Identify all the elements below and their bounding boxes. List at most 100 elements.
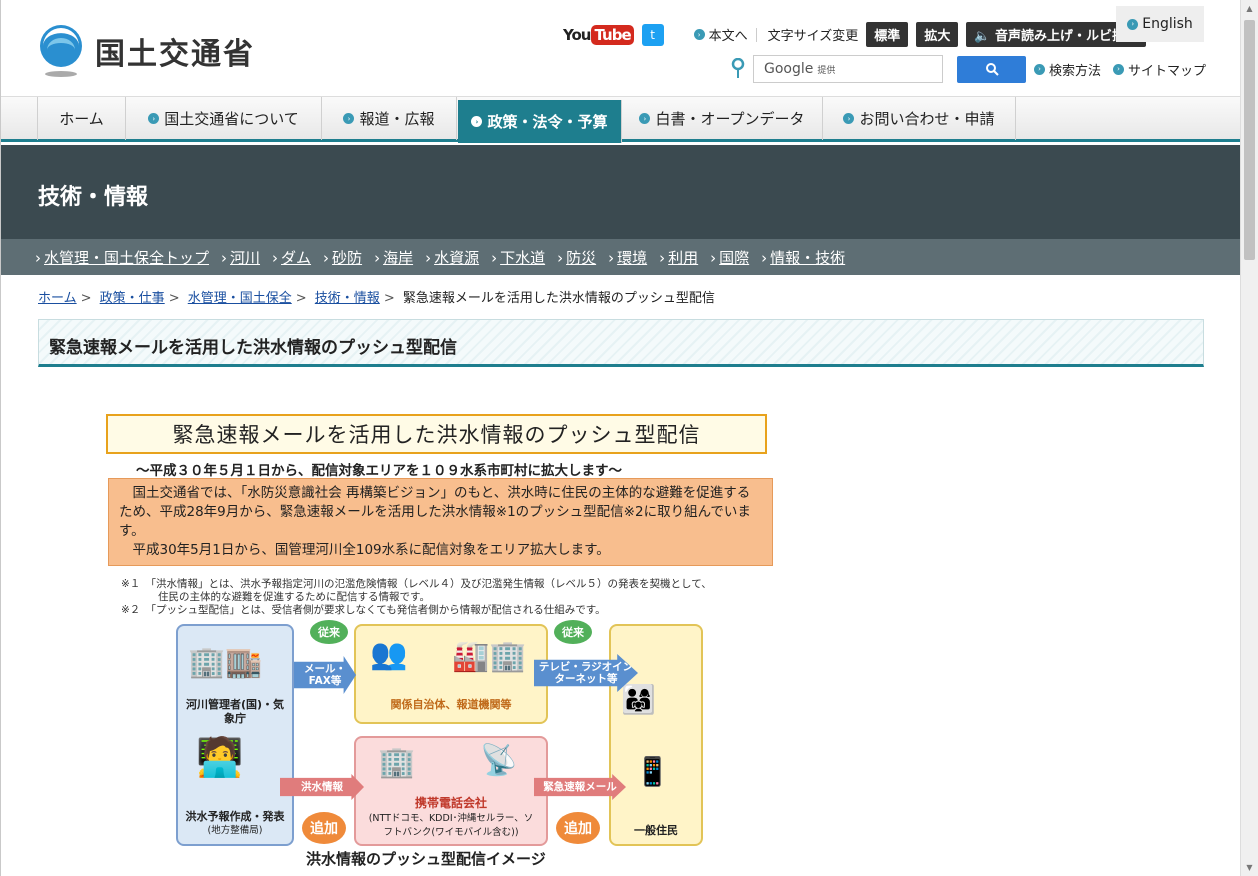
map-pin-icon (731, 57, 745, 80)
breadcrumb: ホーム > 政策・仕事 > 水管理・国土保全 > 技術・情報 > 緊急速報メールを活用し… (38, 287, 715, 306)
english-label: English (1142, 16, 1193, 32)
breadcrumb-sep: > (80, 291, 92, 306)
subnav-link[interactable]: 水資源 (425, 247, 479, 268)
nav-policy[interactable]: › 政策・法令・予算 (458, 100, 622, 143)
nav-about[interactable]: › 国土交通省について (126, 97, 322, 140)
antenna-icon: 📡 (480, 743, 518, 778)
person-computer-icon: 🧑‍💻 (196, 735, 244, 779)
panel-forecast-sub: (地方整備局) (207, 825, 263, 836)
infographic-caption: 洪水情報のプッシュ型配信イメージ (306, 850, 546, 868)
bubble-added: 追加 (302, 812, 346, 844)
building-icon: 🏢🏬 (188, 645, 263, 680)
chevron-right-icon: › (1034, 63, 1045, 75)
site-logo[interactable]: 国土交通省 (37, 24, 255, 78)
panel-river-admin-label: 河川管理者(国)・気象庁 (185, 698, 285, 725)
panel-residents-label: 一般住民 (634, 824, 678, 837)
arrow-tv-radio: テレビ・ラジオインターネット等 (534, 654, 638, 692)
honbun-label: 本文へ (708, 29, 748, 44)
subnav-link[interactable]: 環境 (608, 247, 647, 268)
browser-page: 国土交通省 You Tube t › 本文へ 文字サイズ変更 標準 拡大 🔈 音声読… (0, 0, 1240, 876)
nav-press-label: 報道・広報 (359, 110, 435, 128)
breadcrumb-link[interactable]: 技術・情報 (315, 291, 380, 306)
summary-text-2: 平成30年5月1日から、国管理河川全109水系に配信対象をエリア拡大します。 (132, 542, 610, 558)
panel-carrier: 🏢 📡 携帯電話会社 (NTTドコモ、KDDI･沖縄セルラー、ソフトバンク(ワイ… (354, 736, 548, 846)
breadcrumb-link[interactable]: 政策・仕事 (100, 291, 165, 306)
infographic-summary: 国土交通省では、「水防災意識社会 再構築ビジョン」のもと、洪水時に住民の主体的な… (108, 478, 773, 566)
note-2: ※２ 「プッシュ型配信」とは、受信者側が要求しなくても発信者側から情報が配信され… (121, 604, 606, 616)
chevron-right-icon: › (148, 113, 160, 124)
subnav-link[interactable]: 情報・技術 (761, 247, 845, 268)
panel-forecast-label: 洪水予報作成・発表 (185, 810, 285, 823)
search-method-label: 検索方法 (1049, 63, 1102, 79)
font-size-label: 文字サイズ変更 (767, 29, 859, 44)
bubble-conventional: 従来 (554, 620, 592, 644)
page-title-box: 緊急速報メールを活用した洪水情報のプッシュ型配信 (38, 319, 1204, 367)
subnav-link[interactable]: 国際 (710, 247, 749, 268)
nav-contact[interactable]: › お問い合わせ・申請 (823, 97, 1016, 140)
search-method-link[interactable]: › 検索方法 (1034, 60, 1101, 79)
subnav-link[interactable]: 砂防 (323, 247, 362, 268)
nav-home[interactable]: ホーム (37, 97, 126, 140)
search-provided: 提供 (817, 65, 836, 76)
office-icon: 🏢 (378, 745, 416, 780)
chevron-right-icon: › (471, 116, 483, 127)
subnav-link[interactable]: ダム (272, 247, 311, 268)
font-large-button[interactable]: 拡大 (916, 22, 959, 47)
nav-whitepaper[interactable]: › 白書・オープンデータ (622, 97, 823, 140)
infographic-title: 緊急速報メールを活用した洪水情報のプッシュ型配信 (106, 414, 767, 454)
factory-icon: 🏭🏢 (452, 639, 527, 674)
scroll-down-icon[interactable]: ▼ (1241, 859, 1258, 876)
global-nav: ホーム › 国土交通省について › 報道・広報 › 政策・法令・予算 › 白書・オープン… (1, 96, 1240, 143)
chevron-right-icon: › (693, 29, 705, 40)
breadcrumb-sep: > (383, 291, 395, 306)
panel-municipal-label: 関係自治体、報道機関等 (390, 698, 512, 711)
breadcrumb-link[interactable]: 水管理・国土保全 (188, 291, 292, 306)
chevron-right-icon: › (639, 113, 651, 124)
scroll-up-icon[interactable]: ▲ (1241, 0, 1258, 17)
nav-about-label: 国土交通省について (164, 110, 299, 128)
sub-nav: 水管理・国土保全トップ 河川 ダム 砂防 海岸 水資源 下水道 防災 環境 利用… (1, 239, 1240, 275)
arrow-mail-fax: メール・FAX等 (294, 656, 356, 694)
youtube-you-text: You (563, 25, 591, 44)
english-link[interactable]: › English (1116, 6, 1204, 42)
nav-home-label: ホーム (59, 110, 104, 128)
twitter-icon[interactable]: t (641, 23, 664, 46)
section-band: 技術・情報 (1, 145, 1240, 239)
search-input[interactable]: Google 提供 (753, 55, 943, 83)
chevron-right-icon: › (343, 113, 355, 124)
youtube-tube-text: Tube (591, 24, 634, 45)
infographic-image: 緊急速報メールを活用した洪水情報のプッシュ型配信 ～平成３０年５月１日から、配信… (106, 412, 776, 876)
section-title: 技術・情報 (38, 185, 149, 210)
breadcrumb-sep: > (168, 291, 180, 306)
page-title: 緊急速報メールを活用した洪水情報のプッシュ型配信 (49, 338, 457, 358)
subnav-link[interactable]: 水管理・国土保全トップ (35, 247, 209, 268)
family-icon: 👨‍👩‍👧 (621, 683, 656, 716)
breadcrumb-link[interactable]: ホーム (38, 291, 77, 306)
honbun-link[interactable]: › 本文へ (693, 25, 748, 44)
font-standard-button[interactable]: 標準 (866, 22, 909, 47)
breadcrumb-current: 緊急速報メールを活用した洪水情報のプッシュ型配信 (402, 291, 715, 306)
subnav-link[interactable]: 海岸 (374, 247, 413, 268)
bubble-conventional: 従来 (310, 620, 348, 644)
arrow-flood-info: 洪水情報 (280, 774, 364, 800)
summary-text-1: 国土交通省では、「水防災意識社会 再構築ビジョン」のもと、洪水時に住民の主体的な… (119, 485, 751, 539)
subnav-link[interactable]: 河川 (221, 247, 260, 268)
speaker-icon: 🔈 (974, 29, 991, 44)
scroll-thumb[interactable] (1244, 20, 1255, 260)
sitemap-link[interactable]: › サイトマップ (1113, 60, 1206, 79)
mlit-logo-icon (37, 24, 85, 78)
subnav-link[interactable]: 下水道 (491, 247, 545, 268)
chevron-right-icon: › (1127, 18, 1139, 30)
subnav-link[interactable]: 利用 (659, 247, 698, 268)
search-bar: Google 提供 › 検索方法 › サイトマップ (731, 55, 1206, 83)
nav-press[interactable]: › 報道・広報 (322, 97, 457, 140)
panel-municipal: 👥 🏭🏢 関係自治体、報道機関等 (354, 624, 548, 724)
youtube-icon[interactable]: You Tube (563, 24, 634, 45)
nav-policy-label: 政策・法令・予算 (487, 113, 608, 131)
vertical-scrollbar[interactable]: ▲ ▼ (1240, 0, 1258, 876)
chevron-right-icon: › (843, 113, 855, 124)
people-icon: 👥 (370, 637, 408, 672)
infographic-subtitle: ～平成３０年５月１日から、配信対象エリアを１０９水系市町村に拡大します～ (136, 463, 622, 479)
subnav-link[interactable]: 防災 (557, 247, 596, 268)
search-button[interactable] (957, 55, 1026, 83)
